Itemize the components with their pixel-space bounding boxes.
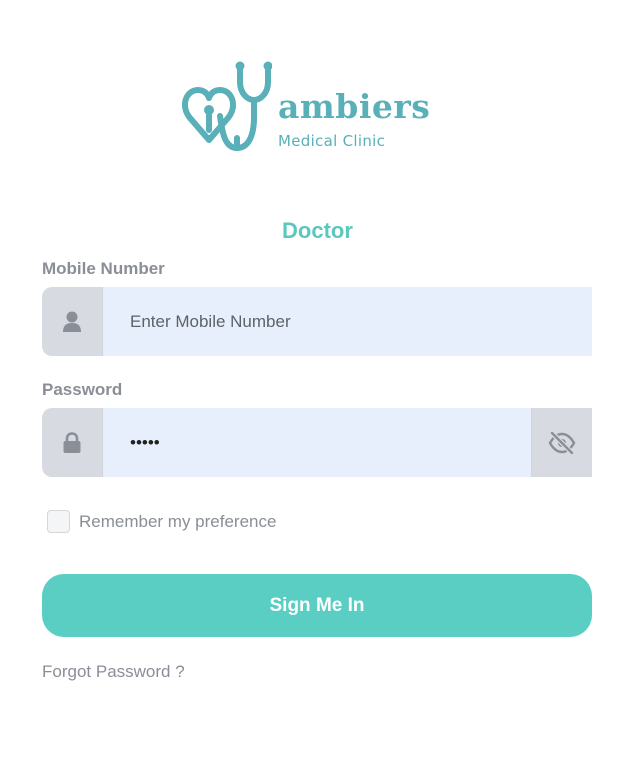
toggle-password-visibility[interactable]: [531, 408, 592, 477]
remember-preference: Remember my preference: [47, 510, 276, 533]
remember-label[interactable]: Remember my preference: [79, 512, 276, 532]
login-page: ambiers Medical Clinic Doctor Mobile Num…: [0, 0, 643, 761]
remember-checkbox[interactable]: [47, 510, 70, 533]
password-prefix: [42, 408, 103, 477]
forgot-password-link[interactable]: Forgot Password ?: [42, 662, 185, 682]
stethoscope-heart-icon: [182, 61, 272, 151]
password-label: Password: [42, 380, 123, 399]
sign-in-button[interactable]: Sign Me In: [42, 574, 592, 637]
mobile-prefix: [42, 287, 103, 356]
mobile-label: Mobile Number: [42, 259, 165, 278]
clinic-logo: ambiers Medical Clinic: [182, 60, 430, 160]
user-icon: [63, 311, 81, 332]
eye-slash-icon: [548, 431, 576, 454]
password-input[interactable]: [103, 408, 531, 477]
brand-subtitle: Medical Clinic: [278, 132, 386, 150]
lock-icon: [63, 431, 81, 453]
mobile-input[interactable]: [103, 287, 592, 356]
role-title: Doctor: [282, 218, 353, 243]
mobile-field-group: [42, 287, 592, 356]
brand-name: ambiers: [278, 87, 431, 126]
password-field-group: [42, 408, 592, 477]
